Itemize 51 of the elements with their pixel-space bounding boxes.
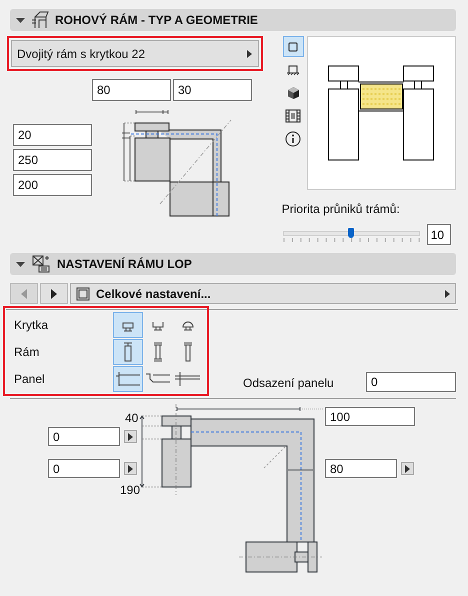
section-header[interactable]: NASTAVENÍ RÁMU LOP — [10, 253, 456, 275]
option-label: Rám — [14, 345, 40, 359]
option-button[interactable] — [113, 366, 143, 392]
priority-field[interactable]: 10 — [426, 224, 451, 245]
input-field[interactable]: 0 — [48, 427, 120, 446]
elevation-icon — [286, 64, 300, 76]
priority-slider[interactable] — [282, 228, 420, 242]
section-title: ROHOVÝ RÁM - TYP A GEOMETRIE — [55, 13, 258, 27]
square-icon — [288, 42, 298, 52]
dimension-label: 190 — [120, 483, 140, 497]
preset-dropdown[interactable]: Celkové nastavení... — [70, 283, 456, 304]
caret-icon — [128, 432, 133, 440]
caret-icon — [247, 50, 252, 58]
priority-label: Priorita průniků trámů: — [282, 202, 401, 216]
option-label: Krytka — [14, 318, 50, 332]
input-field[interactable]: 20 — [13, 124, 92, 146]
forward-button[interactable] — [40, 283, 68, 304]
input-field[interactable]: 30 — [173, 79, 252, 101]
frame-icon — [76, 286, 90, 300]
input-field[interactable]: 100 — [325, 407, 415, 426]
dimension-label: 40 — [125, 411, 138, 425]
view-button[interactable] — [282, 36, 304, 57]
option-label: Panel — [14, 372, 46, 386]
type-dropdown[interactable]: Dvojitý rám s krytkou 22 — [11, 40, 259, 67]
input-field[interactable]: 200 — [13, 174, 92, 196]
left-arrow-icon — [21, 288, 27, 298]
arrow-button[interactable] — [124, 462, 137, 475]
panel-option-icon — [174, 370, 202, 388]
panel-option-icon — [114, 370, 142, 388]
option-button[interactable] — [113, 312, 143, 338]
input-field[interactable]: 0 — [48, 459, 120, 478]
cube-icon — [286, 86, 300, 100]
section-header[interactable]: ROHOVÝ RÁM - TYP A GEOMETRIE — [10, 9, 456, 31]
arrow-button[interactable] — [401, 462, 414, 475]
caret-icon — [445, 290, 450, 298]
frame-corner-icon — [31, 11, 49, 29]
cap-option-icon — [180, 318, 196, 332]
film-list-icon — [285, 108, 302, 122]
input-field[interactable]: 80 — [92, 79, 171, 101]
info-icon — [285, 130, 302, 146]
panel-offset-field[interactable]: 0 — [366, 372, 456, 392]
panel-offset-label: Odsazení panelu — [243, 376, 334, 390]
input-field[interactable]: 80 — [325, 459, 397, 478]
section-title: NASTAVENÍ RÁMU LOP — [57, 257, 192, 271]
input-field[interactable]: 250 — [13, 149, 92, 171]
caret-icon — [405, 464, 410, 472]
arrow-button[interactable] — [124, 430, 137, 443]
right-arrow-icon — [51, 288, 57, 298]
option-button[interactable] — [113, 339, 143, 365]
caret-icon — [128, 464, 133, 472]
frame-settings-icon — [31, 255, 51, 273]
